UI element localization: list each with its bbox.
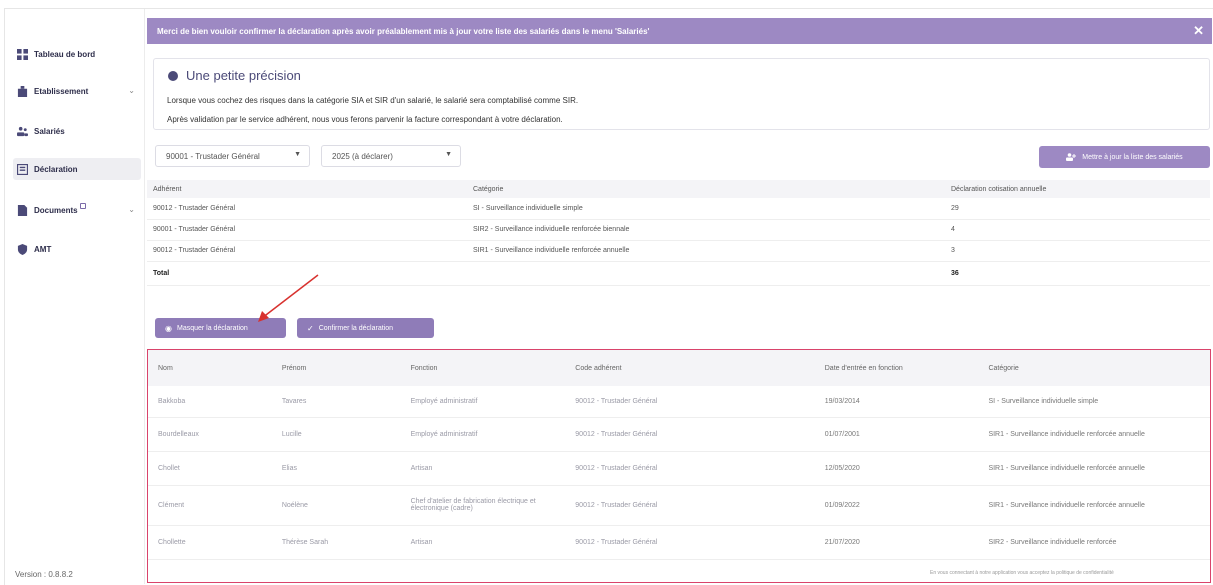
- table-cell: SI - Surveillance individuelle simple: [978, 386, 1210, 418]
- table-cell: 90012 - Trustader Général: [565, 417, 815, 452]
- table-cell: 90012 - Trustader Général: [565, 485, 815, 526]
- table-row[interactable]: Bakkoba Tavares Employé administratif 90…: [148, 386, 1210, 418]
- table-cell: Clément: [148, 485, 272, 526]
- table-cell: Noélène: [271, 485, 401, 526]
- table-cell: Employé administratif: [400, 417, 566, 452]
- table-cell: 19/03/2014: [814, 386, 979, 418]
- table-cell: Bakkoba: [148, 386, 272, 418]
- table-cell: SIR1 - Surveillance individuelle renforc…: [978, 451, 1210, 486]
- table-cell: 90012 - Trustader Général: [565, 525, 815, 560]
- column-header[interactable]: Date d'entrée en fonction: [814, 350, 979, 386]
- table-cell: Elias: [271, 451, 401, 486]
- employees-table-container[interactable]: Nom Prénom Fonction Code adhérent Date d…: [147, 349, 1211, 583]
- column-header[interactable]: Nom: [148, 350, 272, 386]
- table-cell: Employé administratif: [400, 386, 566, 418]
- table-cell: 90012 - Trustader Général: [565, 451, 815, 486]
- table-cell: 21/07/2020: [814, 525, 979, 560]
- employees-table: Nom Prénom Fonction Code adhérent Date d…: [148, 350, 1210, 560]
- table-row[interactable]: Clément Noélène Chef d'atelier de fabric…: [148, 485, 1210, 526]
- table-cell: 01/07/2001: [814, 417, 979, 452]
- column-header[interactable]: Fonction: [400, 350, 566, 386]
- table-cell: SIR2 - Surveillance individuelle renforc…: [978, 525, 1210, 560]
- table-cell: 90012 - Trustader Général: [565, 386, 815, 418]
- table-cell: 12/05/2020: [814, 451, 979, 486]
- table-cell: Artisan: [400, 525, 566, 560]
- table-cell: Artisan: [400, 451, 566, 486]
- table-header-row: Nom Prénom Fonction Code adhérent Date d…: [148, 350, 1210, 386]
- table-row[interactable]: Chollet Elias Artisan 90012 - Trustader …: [148, 451, 1210, 486]
- table-cell: Chef d'atelier de fabrication électrique…: [400, 485, 566, 526]
- table-cell: 01/09/2022: [814, 485, 979, 526]
- column-header[interactable]: Code adhérent: [565, 350, 815, 386]
- column-header[interactable]: Prénom: [271, 350, 401, 386]
- table-cell: Chollette: [148, 525, 272, 560]
- table-cell: SIR1 - Surveillance individuelle renforc…: [978, 417, 1210, 452]
- table-row[interactable]: Chollette Thérèse Sarah Artisan 90012 - …: [148, 525, 1210, 560]
- table-row[interactable]: Bourdelleaux Lucille Employé administrat…: [148, 417, 1210, 452]
- table-cell: Bourdelleaux: [148, 417, 272, 452]
- table-cell: Lucille: [271, 417, 401, 452]
- table-cell: SIR1 - Surveillance individuelle renforc…: [978, 485, 1210, 526]
- table-cell: Thérèse Sarah: [271, 525, 401, 560]
- table-cell: Chollet: [148, 451, 272, 486]
- table-cell: Tavares: [271, 386, 401, 418]
- privacy-footnote[interactable]: En vous connectant à notre application v…: [930, 570, 1114, 576]
- column-header[interactable]: Catégorie: [978, 350, 1210, 386]
